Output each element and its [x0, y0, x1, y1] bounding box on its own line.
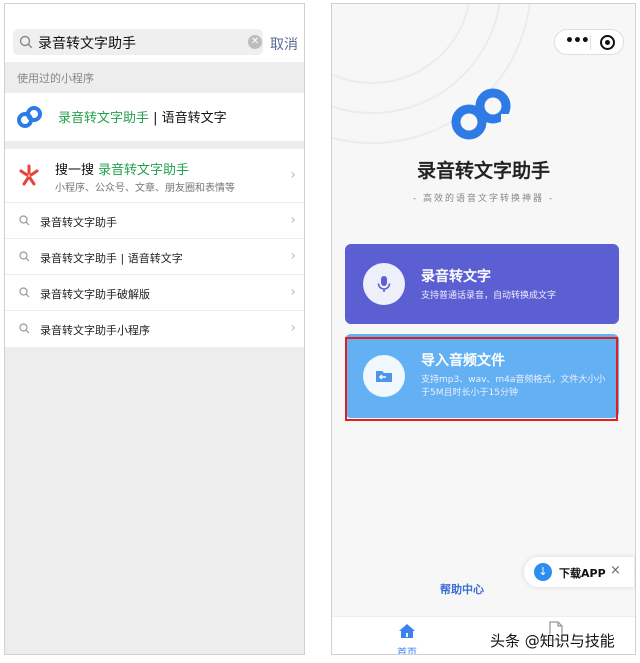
- close-icon[interactable]: ×: [610, 563, 621, 578]
- chevron-right-icon: ›: [290, 212, 296, 228]
- suggestion-item[interactable]: 录音转文字助手小程序 ›: [5, 311, 304, 347]
- suggestion-text: 录音转文字助手破解版: [40, 288, 150, 301]
- highlight-annotation-box: [345, 337, 618, 421]
- sousou-icon: [19, 164, 39, 186]
- suggestion-item[interactable]: 录音转文字助手破解版 ›: [5, 275, 304, 311]
- search-input[interactable]: 录音转文字助手 ✕: [13, 29, 263, 55]
- record-to-text-button[interactable]: 录音转文字 支持普通话录音，自动转换成文字: [345, 244, 619, 324]
- sousou-description: 小程序、公众号、文章、朋友圈和表情等: [55, 183, 235, 194]
- clear-icon[interactable]: ✕: [248, 35, 262, 49]
- download-icon: ↓: [534, 563, 552, 581]
- home-icon: [399, 624, 415, 638]
- search-icon: [19, 323, 30, 334]
- app-title: 录音转文字助手: [416, 160, 550, 182]
- search-query: 录音转文字助手: [38, 36, 136, 52]
- suggestion-text: 录音转文字助手: [40, 216, 117, 229]
- suggestion-item[interactable]: 录音转文字助手 ›: [5, 203, 304, 239]
- microphone-icon-circle: [363, 263, 405, 305]
- app-logo-icon: [17, 106, 42, 128]
- app-logo-icon: [451, 88, 511, 140]
- record-card-title: 录音转文字: [421, 269, 491, 285]
- sousou-title: 搜一搜 录音转文字助手: [55, 163, 190, 178]
- mini-program-capsule: •••: [554, 29, 624, 55]
- wechat-search-screen: 录音转文字助手 ✕ 取消 使用过的小程序 录音转文字助手 | 语音转文字 搜一搜…: [4, 3, 305, 655]
- app-slogan: - 高效的语音文字转换神器 -: [412, 194, 555, 204]
- download-app-label: 下载APP: [559, 567, 606, 580]
- microphone-icon: [377, 276, 391, 292]
- cancel-button[interactable]: 取消: [270, 34, 298, 54]
- search-bar: 录音转文字助手 ✕ 取消: [5, 4, 304, 62]
- help-center-link[interactable]: 帮助中心: [332, 581, 592, 597]
- tab-home[interactable]: 首页: [392, 623, 422, 655]
- chevron-right-icon: ›: [290, 284, 296, 300]
- chevron-right-icon: ›: [290, 167, 296, 183]
- sousou-item[interactable]: 搜一搜 录音转文字助手 小程序、公众号、文章、朋友圈和表情等 ›: [5, 149, 304, 203]
- mini-program-home-screen: ••• 录音转文字助手 - 高效的语音文字转换神器 - 录音转文字 支持普通话录…: [331, 3, 636, 655]
- search-results-panel: 搜一搜 录音转文字助手 小程序、公众号、文章、朋友圈和表情等 › 录音转文字助手 …: [5, 149, 304, 347]
- search-icon: [19, 215, 30, 226]
- tab-home-label: 首页: [397, 648, 417, 655]
- suggestion-text: 录音转文字助手小程序: [40, 324, 150, 337]
- more-icon[interactable]: •••: [565, 33, 590, 49]
- capsule-divider: [590, 35, 591, 50]
- watermark: 头条 @知识与技能: [490, 632, 615, 650]
- chevron-right-icon: ›: [290, 248, 296, 264]
- chevron-right-icon: ›: [290, 320, 296, 336]
- suggestion-item[interactable]: 录音转文字助手 | 语音转文字 ›: [5, 239, 304, 275]
- record-card-description: 支持普通话录音，自动转换成文字: [421, 291, 557, 301]
- used-section-label: 使用过的小程序: [17, 72, 94, 85]
- suggestion-text: 录音转文字助手 | 语音转文字: [40, 252, 183, 265]
- search-icon: [19, 287, 30, 298]
- search-icon: [19, 251, 30, 262]
- close-target-icon[interactable]: [600, 35, 615, 50]
- used-item-name: 录音转文字助手 | 语音转文字: [58, 111, 227, 126]
- used-mini-program-item[interactable]: 录音转文字助手 | 语音转文字: [5, 93, 304, 141]
- search-icon: [19, 35, 33, 49]
